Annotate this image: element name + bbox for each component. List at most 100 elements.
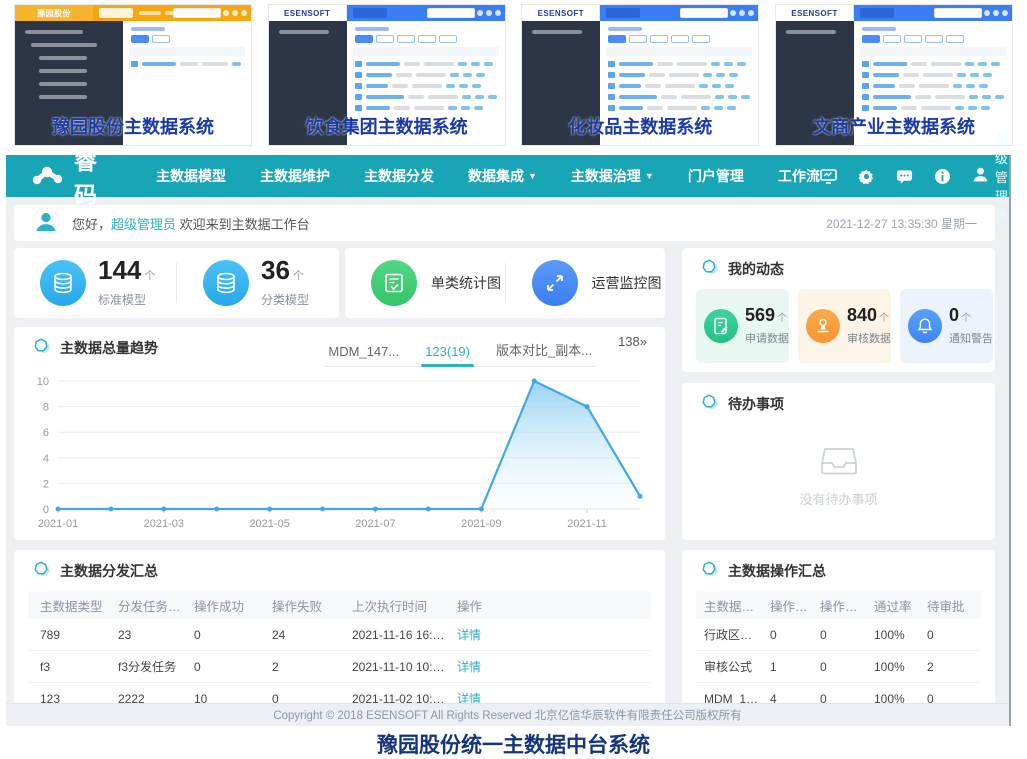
thumb-search <box>934 8 982 18</box>
hexagon-icon <box>32 561 52 581</box>
copyright-footer: Copyright © 2018 ESENSOFT All Rights Res… <box>6 703 1009 726</box>
trend-more-button[interactable]: 138» <box>618 334 647 349</box>
review-data-tile[interactable]: 840个 审核数据 <box>798 289 891 363</box>
svg-text:8: 8 <box>43 402 49 414</box>
trend-tab-version-compare[interactable]: 版本对比_副本... <box>496 340 592 359</box>
svg-text:2021-07: 2021-07 <box>355 518 395 530</box>
stat-category-models[interactable]: 36个 分类模型 <box>177 258 339 308</box>
user-name: 超级管理员 <box>995 129 1008 224</box>
chevron-down-icon: ▼ <box>528 171 537 181</box>
database-icon <box>203 260 249 306</box>
thumbnail-caption: 化妆品主数据系统 <box>522 113 758 139</box>
todo-empty-state: 没有待办事项 <box>682 446 995 508</box>
user-icon <box>972 166 989 186</box>
thumbnail-yinshi[interactable]: ESENSOFT 饮食集团主数据系统 <box>268 4 506 146</box>
info-icon[interactable] <box>934 168 951 185</box>
thumb-nav-dash <box>139 11 161 15</box>
my-activity-panel: 我的动态 569个 申请数据 840个 审核数据 <box>682 248 995 372</box>
detail-link[interactable]: 详情 <box>457 626 639 643</box>
quick-view-card: 单类统计图 运营监控图 <box>345 248 665 318</box>
gear-icon[interactable] <box>858 168 875 185</box>
panel-title: 主数据操作汇总 <box>728 561 826 581</box>
svg-text:0: 0 <box>43 504 49 516</box>
hexagon-icon <box>700 394 720 414</box>
chevron-down-icon: ∨ <box>1014 171 1021 182</box>
svg-text:6: 6 <box>43 427 49 439</box>
hexagon-icon <box>700 561 720 581</box>
nav-item-portal[interactable]: 门户管理 <box>688 166 744 186</box>
expand-arrows-icon <box>532 260 578 306</box>
thumb-logo: ESENSOFT <box>776 5 854 21</box>
thumbnail-wenshang[interactable]: ESENSOFT 文商产业主数据系统 <box>775 4 1013 146</box>
table-row: f3f3分发任务022021-11-10 10:20:23.0详情 <box>28 651 651 683</box>
svg-text:10: 10 <box>37 376 49 388</box>
nav-item-integration[interactable]: 数据集成▼ <box>468 166 537 186</box>
nav-item-model[interactable]: 主数据模型 <box>156 166 226 186</box>
thumbnail-caption: 饮食集团主数据系统 <box>269 113 505 139</box>
brand-text: 睿码 <box>74 142 98 210</box>
model-stats-card: 144个 标准模型 36个 分类模型 <box>14 248 339 318</box>
thumb-header-dots <box>223 10 247 16</box>
detail-link[interactable]: 详情 <box>457 658 639 675</box>
inbox-icon <box>820 446 858 481</box>
thumb-header-dots <box>477 10 501 16</box>
nav-item-workflow[interactable]: 工作流 <box>778 166 820 186</box>
welcome-text: 您好，超级管理员 欢迎来到主数据工作台 <box>72 214 310 233</box>
nav-item-governance[interactable]: 主数据治理▼ <box>571 166 654 186</box>
svg-text:4: 4 <box>43 453 49 465</box>
thumbnail-huazhuangpin[interactable]: ESENSOFT 化妆品主数据系统 <box>521 4 759 146</box>
mdm-app-window: 睿码 主数据模型 主数据维护 主数据分发 数据集成▼ 主数据治理▼ 门户管理 工… <box>6 155 1011 726</box>
bell-icon <box>908 309 942 343</box>
trend-tabs: MDM_147... 123(19) 版本对比_副本... <box>324 338 596 367</box>
distribution-table: 主数据类型分发任务名称操作成功操作失败上次执行时间操作 789230242021… <box>28 591 651 715</box>
svg-text:2: 2 <box>43 478 49 490</box>
apply-data-tile[interactable]: 569个 申请数据 <box>696 289 789 363</box>
thumb-search <box>680 8 728 18</box>
svg-text:2021-11: 2021-11 <box>567 518 607 530</box>
trend-panel: 主数据总量趋势 MDM_147... 123(19) 版本对比_副本... 13… <box>14 327 665 540</box>
nav-item-distribute[interactable]: 主数据分发 <box>364 166 434 186</box>
monitor-icon[interactable] <box>820 168 837 185</box>
molecule-logo-icon <box>32 164 66 188</box>
panel-title: 主数据总量趋势 <box>60 338 158 358</box>
welcome-bar: 您好，超级管理员 欢迎来到主数据工作台 2021-12-27 13:35:30 … <box>14 205 995 241</box>
operation-summary-panel: 主数据操作汇总 主数据类型操作成…操作失…通过率待审批 行政区划_主数…0010… <box>682 550 995 721</box>
thumb-search <box>173 8 221 18</box>
welcome-username[interactable]: 超级管理员 <box>111 217 176 232</box>
notify-warning-tile[interactable]: 0个 通知警告 <box>900 289 993 363</box>
thumb-nav-pill <box>353 8 387 18</box>
trend-tab-mdm147[interactable]: MDM_147... <box>328 344 399 359</box>
todo-empty-text: 没有待办事项 <box>799 489 877 508</box>
current-datetime: 2021-12-27 13:35:30 星期一 <box>826 215 977 232</box>
thumb-header-dots <box>730 10 754 16</box>
stat-standard-models[interactable]: 144个 标准模型 <box>14 258 176 308</box>
trend-line-chart[interactable]: 0 2 4 6 8 10 2021-01 2021-03 2021-05 2021-07 2021-… <box>20 371 657 541</box>
nav-item-maintain[interactable]: 主数据维护 <box>260 166 330 186</box>
thumb-logo: 豫园股份 <box>15 5 93 21</box>
thumbnail-yuyuan[interactable]: 豫园股份 豫园股份主数据系统 <box>14 4 252 146</box>
hexagon-icon <box>32 338 52 358</box>
thumbnail-caption: 豫园股份主数据系统 <box>15 113 251 139</box>
operation-monitor-link[interactable]: 运营监控图 <box>506 260 666 306</box>
avatar <box>32 207 60 240</box>
table-row: 行政区划_主数…00100%0 <box>696 619 981 651</box>
distribution-summary-panel: 主数据分发汇总 主数据类型分发任务名称操作成功操作失败上次执行时间操作 7892… <box>14 550 665 721</box>
panel-title: 待办事项 <box>728 394 784 414</box>
table-header-row: 主数据类型分发任务名称操作成功操作失败上次执行时间操作 <box>28 591 651 619</box>
svg-text:2021-03: 2021-03 <box>144 518 184 530</box>
stamp-icon <box>806 309 840 343</box>
report-check-icon <box>371 260 417 306</box>
message-icon[interactable] <box>896 168 913 185</box>
operation-table: 主数据类型操作成…操作失…通过率待审批 行政区划_主数…00100%0 审核公式… <box>696 591 981 715</box>
chevron-down-icon: ▼ <box>645 171 654 181</box>
svg-text:2021-01: 2021-01 <box>38 518 78 530</box>
brand-logo[interactable]: 睿码 <box>32 142 98 210</box>
svg-text:2021-05: 2021-05 <box>249 518 289 530</box>
panel-title: 主数据分发汇总 <box>60 561 158 581</box>
single-class-chart-link[interactable]: 单类统计图 <box>345 260 505 306</box>
thumb-header-dots <box>984 10 1008 16</box>
trend-tab-123[interactable]: 123(19) <box>425 344 470 359</box>
table-row: 789230242021-11-16 16:25:25.0详情 <box>28 619 651 651</box>
svg-text:2021-09: 2021-09 <box>461 518 501 530</box>
thumb-search <box>427 8 475 18</box>
